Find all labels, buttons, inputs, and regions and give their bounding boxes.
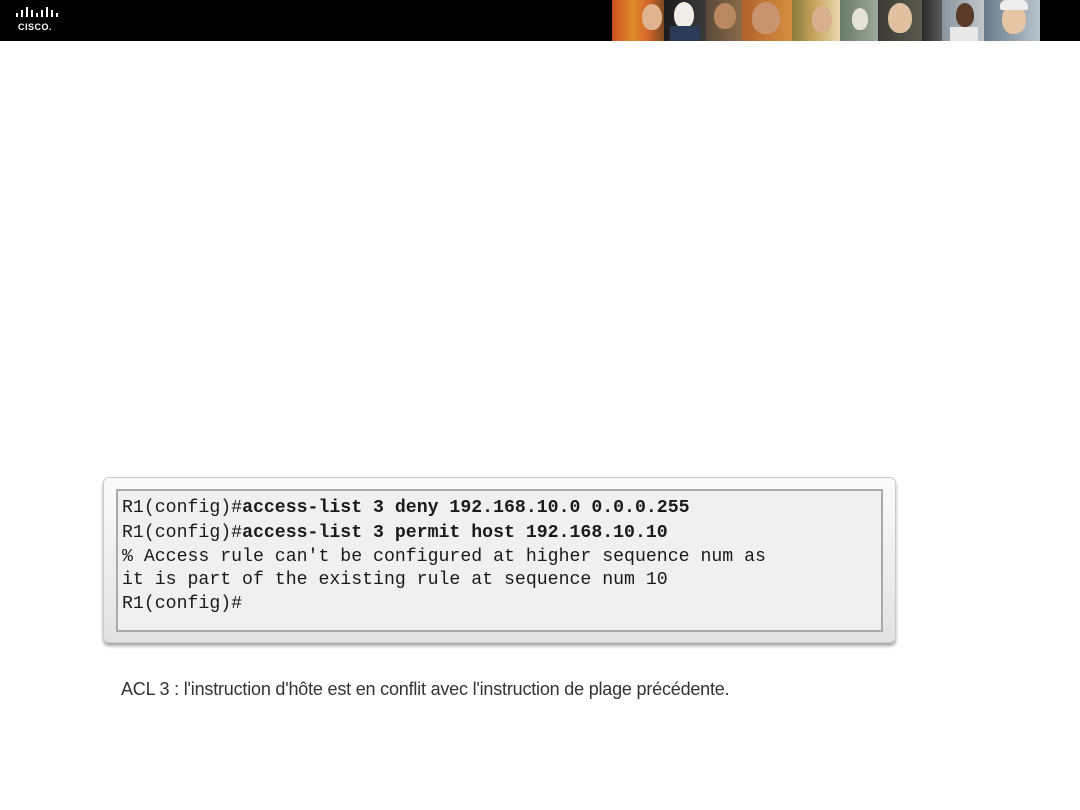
cli-prompt: R1(config)# <box>122 498 243 518</box>
cli-line-5: R1(config)# <box>122 592 881 617</box>
photo-3 <box>706 0 742 41</box>
cli-error-line-2: it is part of the existing rule at seque… <box>122 570 668 590</box>
photo-8 <box>922 0 942 41</box>
cli-command: access-list 3 deny 192.168.10.0 0.0.0.25… <box>242 498 690 518</box>
cisco-bridge-icon <box>16 7 58 17</box>
cli-command: access-list 3 permit host 192.168.10.10 <box>242 523 668 543</box>
photo-5 <box>792 0 840 41</box>
cli-line-2: R1(config)#access-list 3 permit host 192… <box>122 521 881 546</box>
cli-panel: R1(config)#access-list 3 deny 192.168.10… <box>103 477 896 643</box>
photo-10 <box>984 0 1040 41</box>
photo-9 <box>942 0 984 41</box>
cli-line-1: R1(config)#access-list 3 deny 192.168.10… <box>122 496 881 521</box>
cli-prompt: R1(config)# <box>122 523 243 543</box>
photo-2 <box>664 0 706 41</box>
figure-caption: ACL 3 : l'instruction d'hôte est en conf… <box>121 679 730 699</box>
cli-error-line-1: % Access rule can't be configured at hig… <box>122 547 766 567</box>
cli-prompt: R1(config)# <box>122 594 243 614</box>
header-bar: CISCO. <box>0 0 1080 41</box>
photo-4 <box>742 0 792 41</box>
cisco-logo: CISCO. <box>15 7 65 35</box>
cli-terminal: R1(config)#access-list 3 deny 192.168.10… <box>116 489 883 632</box>
photo-1 <box>612 0 664 41</box>
photo-7 <box>878 0 922 41</box>
people-photo-strip <box>612 0 1080 41</box>
photo-6 <box>840 0 878 41</box>
cisco-logo-text: CISCO. <box>18 22 53 32</box>
